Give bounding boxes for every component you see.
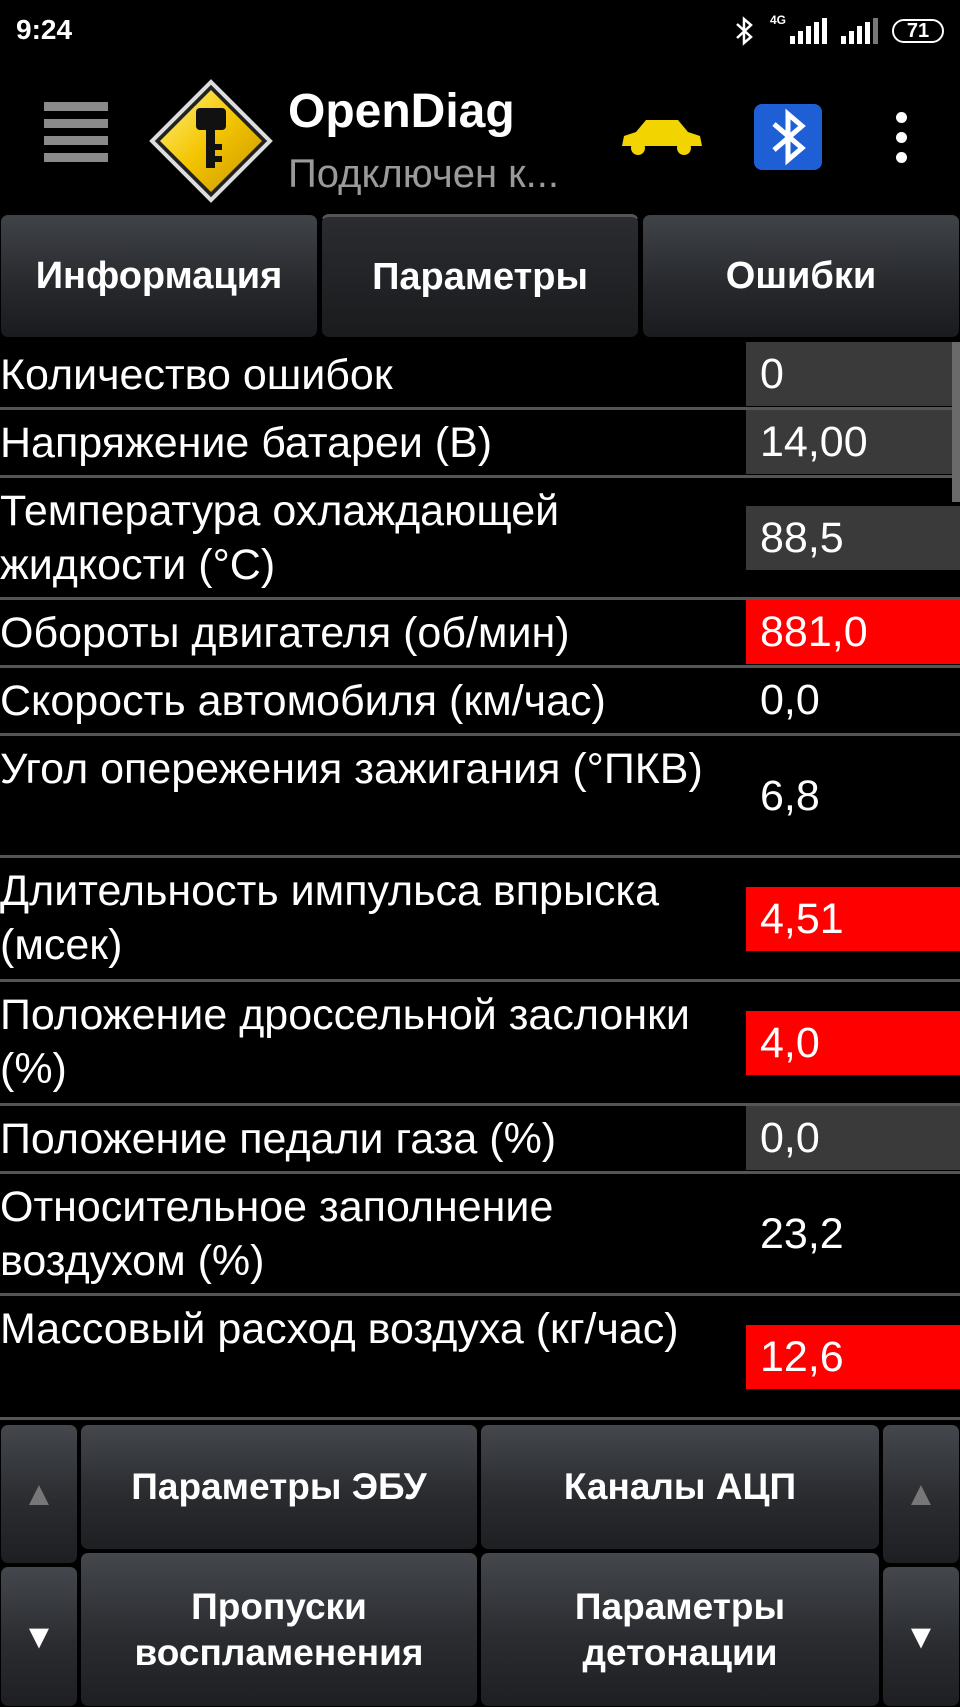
- param-value: 23,2: [760, 1210, 844, 1258]
- param-value: 6,8: [760, 772, 820, 820]
- misfires-label: Пропуски воспламенения: [134, 1585, 424, 1673]
- tab-errors-label: Ошибки: [725, 254, 877, 297]
- scroll-down-left-button[interactable]: ▼: [0, 1566, 78, 1707]
- param-value: 12,6: [746, 1325, 960, 1389]
- param-row: Скорость автомобиля (км/час) 0,0: [0, 668, 960, 736]
- down-arrow-icon: ▼: [904, 1617, 938, 1656]
- ecu-params-button[interactable]: Параметры ЭБУ: [80, 1424, 478, 1550]
- bluetooth-status-icon: [736, 16, 753, 46]
- up-arrow-icon: ▲: [904, 1475, 938, 1513]
- param-value: 88,5: [746, 506, 960, 570]
- param-label: Обороты двигателя (об/мин): [0, 609, 570, 657]
- status-icons: 4G 71: [734, 14, 944, 48]
- param-label: Относительное заполнение воздухом (%): [0, 1183, 554, 1285]
- knock-params-label: Параметры детонации: [574, 1585, 786, 1673]
- param-row: Положение педали газа (%) 0,0: [0, 1106, 960, 1174]
- overflow-menu-icon[interactable]: [886, 102, 916, 172]
- param-label: Положение педали газа (%): [0, 1115, 557, 1163]
- param-row: Положение дроссельной заслонки (%) 4,0: [0, 982, 960, 1106]
- parameter-list[interactable]: Количество ошибок 0 Напряжение батареи (…: [0, 342, 960, 1420]
- scroll-up-right-button[interactable]: ▲: [882, 1424, 960, 1564]
- network-type: 4G: [769, 13, 786, 27]
- param-value: 0: [746, 342, 960, 406]
- param-row: Массовый расход воздуха (кг/час) 12,6: [0, 1296, 960, 1420]
- param-row: Температура охлаждающей жидкости (°С) 88…: [0, 478, 960, 600]
- battery-icon: 71: [892, 19, 944, 43]
- param-label: Длительность импульса впрыска (мсек): [0, 867, 660, 969]
- param-label: Напряжение батареи (В): [0, 419, 493, 467]
- bottom-controls: ▲ Параметры ЭБУ Каналы АЦП ▲ ▼ Пропуски …: [0, 1420, 960, 1707]
- param-label: Угол опережения зажигания (°ПКВ): [0, 745, 703, 793]
- param-label: Скорость автомобиля (км/час): [0, 677, 606, 725]
- app-bar: OpenDiag Подключен к...: [0, 62, 960, 212]
- tab-errors[interactable]: Ошибки: [642, 214, 960, 338]
- up-arrow-icon: ▲: [22, 1475, 56, 1513]
- battery-level: 71: [906, 19, 930, 42]
- signal-icon-2: [841, 18, 878, 44]
- param-value: 881,0: [746, 600, 960, 664]
- tab-bar: Информация Параметры Ошибки: [0, 212, 960, 342]
- param-row: Обороты двигателя (об/мин) 881,0: [0, 600, 960, 668]
- connection-status: Подключен к...: [288, 152, 559, 196]
- list-scrollbar[interactable]: [952, 342, 960, 502]
- param-value: 4,51: [746, 887, 960, 951]
- param-value: 0,0: [760, 676, 820, 724]
- scroll-up-left-button[interactable]: ▲: [0, 1424, 78, 1564]
- param-row: Напряжение батареи (В) 14,00: [0, 410, 960, 478]
- param-label: Положение дроссельной заслонки (%): [0, 991, 690, 1093]
- param-label: Температура охлаждающей жидкости (°С): [0, 487, 560, 589]
- car-icon[interactable]: [618, 112, 704, 160]
- status-bar: 9:24 4G 71: [0, 0, 960, 62]
- down-arrow-icon: ▼: [22, 1617, 56, 1656]
- tab-information-label: Информация: [35, 254, 283, 297]
- adc-channels-label: Каналы АЦП: [563, 1466, 797, 1507]
- misfires-button[interactable]: Пропуски воспламенения: [80, 1552, 478, 1707]
- param-value: 14,00: [746, 410, 960, 474]
- tab-parameters-label: Параметры: [372, 255, 588, 298]
- tab-information[interactable]: Информация: [0, 214, 318, 338]
- param-row: Угол опережения зажигания (°ПКВ) 6,8: [0, 736, 960, 858]
- param-row: Длительность импульса впрыска (мсек) 4,5…: [0, 858, 960, 982]
- param-value: 4,0: [746, 1011, 960, 1075]
- app-title: OpenDiag: [288, 85, 515, 138]
- param-row: Относительное заполнение воздухом (%) 23…: [0, 1174, 960, 1296]
- adc-channels-button[interactable]: Каналы АЦП: [480, 1424, 880, 1550]
- knock-params-button[interactable]: Параметры детонации: [480, 1552, 880, 1707]
- signal-icon: [790, 18, 827, 44]
- hamburger-menu-icon[interactable]: [44, 102, 108, 168]
- param-label: Массовый расход воздуха (кг/час): [0, 1305, 679, 1353]
- param-label: Количество ошибок: [0, 351, 393, 399]
- tab-parameters[interactable]: Параметры: [321, 214, 639, 338]
- ecu-params-label: Параметры ЭБУ: [131, 1466, 427, 1507]
- app-logo: [149, 79, 273, 203]
- param-value: 0,0: [746, 1106, 960, 1170]
- status-time: 9:24: [16, 14, 73, 45]
- bluetooth-elm-icon[interactable]: [752, 102, 824, 172]
- param-row: Количество ошибок 0: [0, 342, 960, 410]
- scroll-down-right-button[interactable]: ▼: [882, 1566, 960, 1707]
